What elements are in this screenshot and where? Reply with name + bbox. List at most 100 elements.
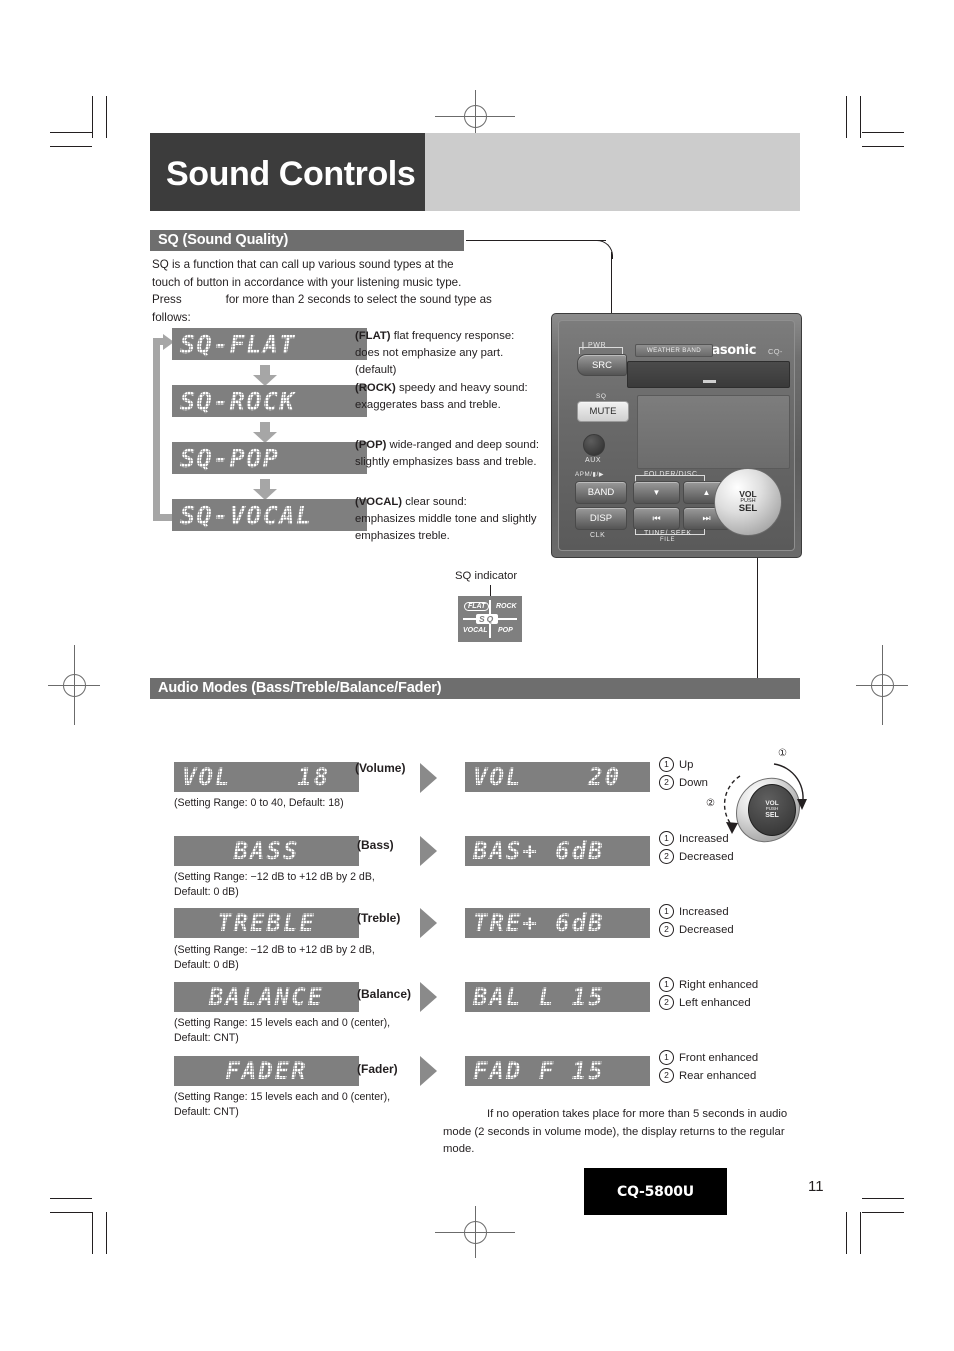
crop-mark-br-h2 [862,1212,904,1214]
option-bass-1-label: Increased [679,833,729,845]
next-track-icon: ⏭ [702,513,711,523]
band-button-label: BAND [587,487,615,498]
mode-label-treble: (Treble) [357,911,401,925]
lcd-sq-vocal: SQ-VOCAL [172,499,367,531]
sq-desc-rock: (ROCK) speedy and heavy sound: exaggerat… [355,380,560,414]
sq-flow-arrow-1-icon [253,365,277,386]
section-header-audio-modes: Audio Modes (Bass/Treble/Balance/Fader) [150,678,800,699]
lcd-volume-left-text: VOL 18 [182,763,331,791]
range-volume: (Setting Range: 0 to 40, Default: 18) [174,797,344,809]
lcd-treble-left-text: TREBLE [217,909,316,937]
circled-number-1: 1 [659,757,674,772]
circled-number-1: 1 [659,977,674,992]
note-line-1: If no operation takes place for more tha… [487,1108,788,1120]
disp-button[interactable]: DISP [575,507,627,530]
sq-indicator-flat: FLAT [464,602,490,611]
flow-arrow-volume-icon [420,763,437,793]
disp-button-label: DISP [589,513,613,524]
option-fader-1: 1 Front enhanced [659,1050,758,1068]
apm-label: APM/▮/▶ [575,471,605,478]
lcd-sq-flat-text: SQ-FLAT [180,329,296,359]
option-balance-2-label: Left enhanced [679,997,751,1009]
circled-number-2: 2 [659,922,674,937]
option-treble-1-label: Increased [679,906,729,918]
lcd-balance-left: BALANCE [174,982,359,1012]
flow-arrow-fader-icon [420,1056,437,1086]
lcd-bass-left-text: BASS [233,837,300,865]
crop-mark-br-v2 [860,1212,862,1254]
lcd-fader-left: FADER [174,1056,359,1086]
option-balance-1-label: Right enhanced [679,979,759,991]
lcd-volume-right: VOL 20 [465,762,650,792]
flow-arrow-bass-icon [420,836,437,866]
folder-down-icon: ▼ [652,488,661,497]
lcd-sq-rock: SQ-ROCK [172,385,367,417]
sq-intro-line-2: touch of button in accordance with your … [152,275,462,289]
lcd-fader-right: FAD F 15 [465,1056,650,1086]
note-line-3: mode. [443,1143,475,1155]
clk-label: CLK [590,532,606,539]
audio-modes-note: If no operation takes place for more tha… [443,1106,801,1159]
sq-desc-pop-line1: wide-ranged and deep sound: [389,439,540,451]
lcd-bass-right-text: BAS+ 6dB [473,837,605,865]
knob-diagram-num-1: ① [778,748,787,759]
circled-number-2: 2 [659,775,674,790]
crop-mark-tl-v2 [106,96,108,138]
circled-number-2: 2 [659,849,674,864]
mute-sq-button[interactable]: MUTE [577,401,629,422]
sq-indicator-vocal: VOCAL [463,627,488,634]
head-unit-volume-knob[interactable]: VOL PUSH SEL [714,468,782,536]
src-button-label: SRC [591,359,613,371]
src-button[interactable]: SRC [577,354,627,376]
range-balance-line2: Default: CNT) [174,1032,239,1044]
crop-mark-bl-h1 [50,1198,92,1200]
tune-seek-prev-button[interactable]: ⏮ [633,507,680,530]
pwr-bracket [579,347,623,354]
sq-desc-vocal-line1: clear sound: [405,496,467,508]
registration-mark-left [48,645,100,725]
tune-seek-label: TUNE/ SEEK [644,530,692,537]
aux-jack-icon[interactable] [583,434,605,456]
crop-mark-tl-h2 [50,146,92,148]
weather-band-chip[interactable]: WEATHER BAND [635,344,713,357]
aux-label: AUX [585,457,602,464]
crop-mark-br-h1 [862,1198,904,1200]
range-treble-line2: Default: 0 dB) [174,959,239,971]
lcd-sq-flat: SQ-FLAT [172,328,367,360]
sq-intro-line-1: SQ is a function that can call up variou… [152,258,454,271]
sq-desc-vocal-line3: emphasizes treble. [355,530,450,542]
mode-label-volume: (Volume) [355,761,406,775]
head-unit-model-text: CQ- [768,347,783,356]
sq-flow-arrow-2-icon [253,422,277,443]
head-unit-faceplate: Panasonic CQ- ┃ PWR SRC WEATHER BAND SQ … [558,320,795,551]
sq-flow-arrow-3-icon [253,479,277,500]
crop-mark-bl-h2 [50,1212,92,1214]
option-bass-1: 1 Increased [659,831,729,849]
section-header-audio-modes-label: Audio Modes (Bass/Treble/Balance/Fader) [158,680,442,696]
option-volume-2-label: Down [679,777,708,789]
note-line-2: mode (2 seconds in volume mode), the dis… [443,1125,785,1138]
flow-arrow-treble-icon [420,908,437,938]
disc-slot-dash-icon [702,380,716,383]
circled-number-1: 1 [659,831,674,846]
callout-vol-vertical [757,548,759,690]
disc-slot [627,361,790,388]
mute-button-label: MUTE [589,406,617,417]
lcd-sq-vocal-text: SQ-VOCAL [180,500,313,530]
sq-loop-arrow-vertical [153,345,160,521]
page-number: 11 [808,1178,824,1195]
sq-press-suffix: for more than 2 seconds to select the so… [225,293,492,306]
band-button[interactable]: BAND [575,481,627,504]
sq-indicator-label: SQ indicator [455,570,518,582]
option-treble-2-label: Decreased [679,924,734,936]
lcd-sq-pop: SQ-POP [172,442,367,474]
circled-number-1: 1 [659,904,674,919]
option-bass-2: 2 Decreased [659,849,734,867]
folder-down-button[interactable]: ▼ [633,481,680,504]
option-volume-1: 1 Up [659,757,693,775]
option-fader-2-label: Rear enhanced [679,1070,757,1082]
sq-desc-flat-bold: (FLAT) [355,330,391,342]
sq-desc-rock-line2: exaggerates bass and treble. [355,399,501,411]
sq-desc-pop-bold: (POP) [355,439,387,451]
crop-mark-bl-v1 [92,1212,94,1254]
